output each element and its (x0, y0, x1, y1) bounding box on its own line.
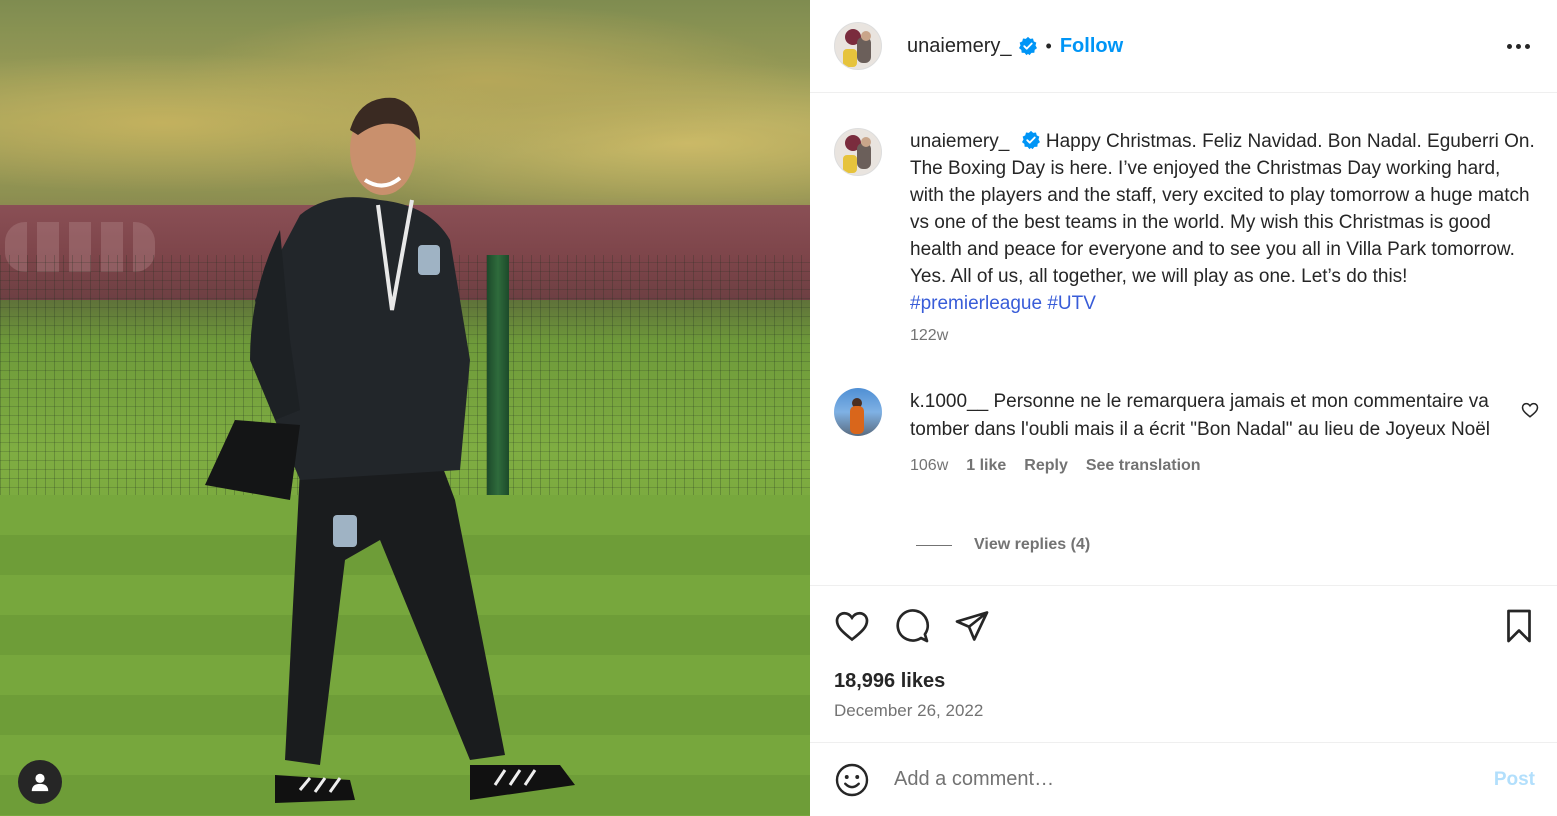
view-replies-button[interactable]: View replies (4) (916, 536, 1090, 554)
comment-likes[interactable]: 1 like (966, 457, 1006, 475)
action-bar (834, 608, 990, 644)
comment-text: k.1000__ Personne ne le remarquera jamai… (910, 388, 1499, 443)
post-side-panel: unaiemery_ • Follow unaiemery_ Happy Chr… (810, 0, 1557, 816)
post-actions-section: 18,996 likes December 26, 2022 (810, 585, 1557, 742)
comment-composer: Post (810, 742, 1557, 816)
author-avatar[interactable] (834, 22, 882, 70)
comment-body: Personne ne le remarquera jamais et mon … (910, 391, 1491, 440)
hashtag-link[interactable]: #premierleague (910, 293, 1042, 314)
share-icon[interactable] (954, 608, 990, 644)
post-header: unaiemery_ • Follow (810, 0, 1557, 93)
post-comment-button[interactable]: Post (1494, 769, 1535, 791)
comment-item: k.1000__ Personne ne le remarquera jamai… (834, 388, 1539, 475)
bookmark-icon[interactable] (1501, 608, 1537, 644)
header-separator: • (1045, 35, 1052, 56)
follow-button[interactable]: Follow (1060, 35, 1123, 58)
caption-timestamp[interactable]: 122w (910, 327, 1539, 345)
caption-username[interactable]: unaiemery_ (910, 131, 1009, 152)
commenter-avatar[interactable] (834, 388, 882, 436)
user-tag-icon (31, 773, 49, 792)
comment-input[interactable] (894, 768, 1494, 791)
post-date: December 26, 2022 (834, 701, 984, 720)
view-replies-label: View replies (4) (974, 536, 1091, 553)
caption-avatar[interactable] (834, 128, 882, 176)
user-tag-button[interactable] (18, 760, 62, 804)
caption-text: unaiemery_ Happy Christmas. Feliz Navida… (910, 128, 1539, 317)
verified-badge-icon (1021, 130, 1040, 150)
comment-icon[interactable] (894, 608, 930, 644)
caption: unaiemery_ Happy Christmas. Feliz Navida… (834, 128, 1539, 345)
comment-timestamp[interactable]: 106w (910, 457, 948, 475)
verified-badge-icon (1018, 36, 1037, 56)
likes-count[interactable]: 18,996 likes (834, 670, 945, 693)
hashtag-link[interactable]: #UTV (1047, 293, 1096, 314)
commenter-username[interactable]: k.1000__ (910, 391, 988, 412)
heart-icon[interactable] (834, 608, 870, 644)
photo-person (205, 97, 575, 803)
replies-divider-line (916, 544, 952, 546)
post-photo[interactable] (0, 0, 810, 816)
comment-meta: 106w 1 like Reply See translation (910, 457, 1539, 475)
emoji-icon[interactable] (834, 762, 870, 798)
more-options-icon[interactable] (1507, 37, 1531, 55)
reply-button[interactable]: Reply (1024, 457, 1068, 475)
see-translation-button[interactable]: See translation (1086, 457, 1201, 475)
caption-body: Happy Christmas. Feliz Navidad. Bon Nada… (910, 131, 1535, 287)
comment-like-heart-icon[interactable] (1521, 401, 1539, 419)
author-username[interactable]: unaiemery_ (907, 35, 1012, 58)
